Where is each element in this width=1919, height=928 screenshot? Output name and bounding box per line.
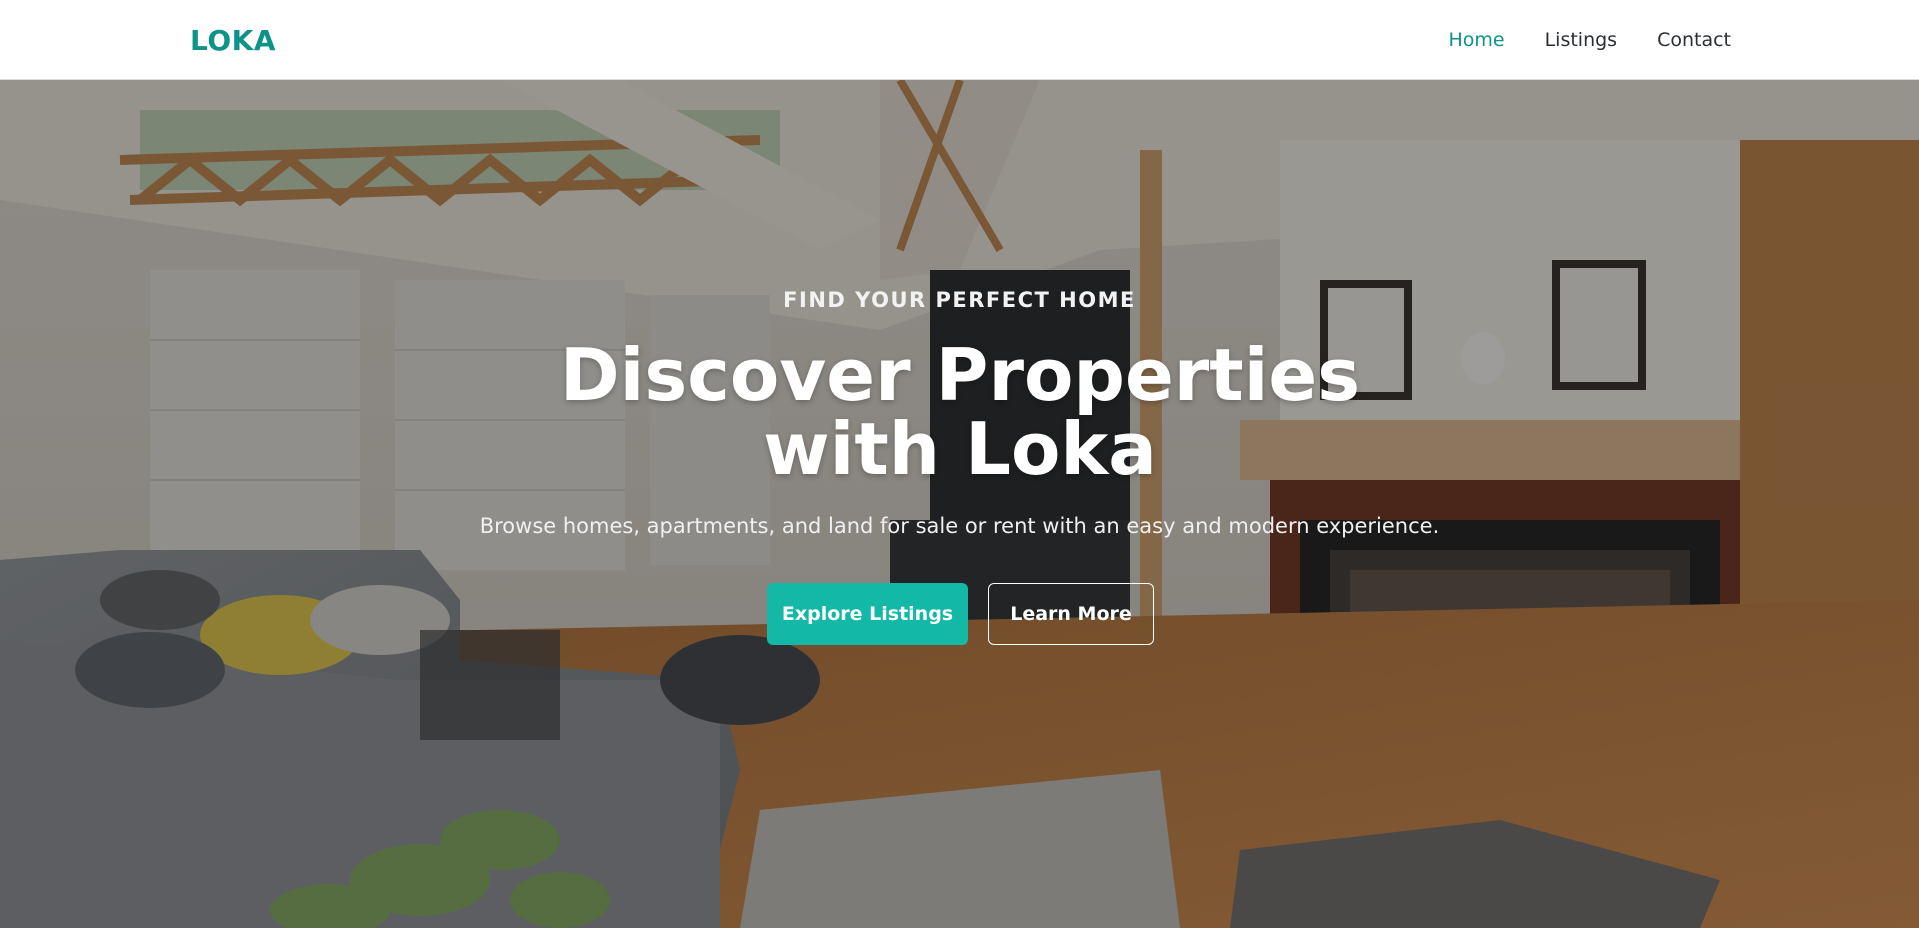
nav-contact-link[interactable]: Contact (1657, 29, 1731, 51)
hero-headline: Discover Properties with Loka (460, 338, 1460, 486)
hero-eyebrow: FIND YOUR PERFECT HOME (783, 288, 1136, 312)
logo[interactable]: LOKA (190, 24, 276, 57)
hero-headline-line-2: with Loka (763, 407, 1157, 491)
hero-headline-line-1: Discover Properties (559, 333, 1361, 417)
hero-subtext: Browse homes, apartments, and land for s… (479, 514, 1440, 538)
hero-content: FIND YOUR PERFECT HOME Discover Properti… (0, 80, 1919, 928)
learn-more-button[interactable]: Learn More (988, 583, 1154, 645)
hero-section: FIND YOUR PERFECT HOME Discover Properti… (0, 80, 1919, 928)
nav-listings-link[interactable]: Listings (1545, 29, 1618, 51)
navbar: LOKA Home Listings Contact (0, 0, 1919, 80)
explore-listings-button[interactable]: Explore Listings (767, 583, 968, 645)
nav-links: Home Listings Contact (1448, 29, 1731, 51)
nav-home-link[interactable]: Home (1448, 29, 1504, 51)
